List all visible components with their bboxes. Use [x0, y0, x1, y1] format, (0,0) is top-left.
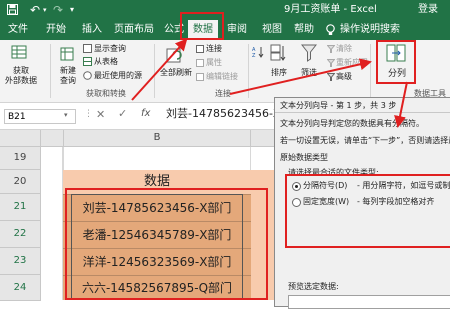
annotation-arrows — [131, 38, 408, 128]
